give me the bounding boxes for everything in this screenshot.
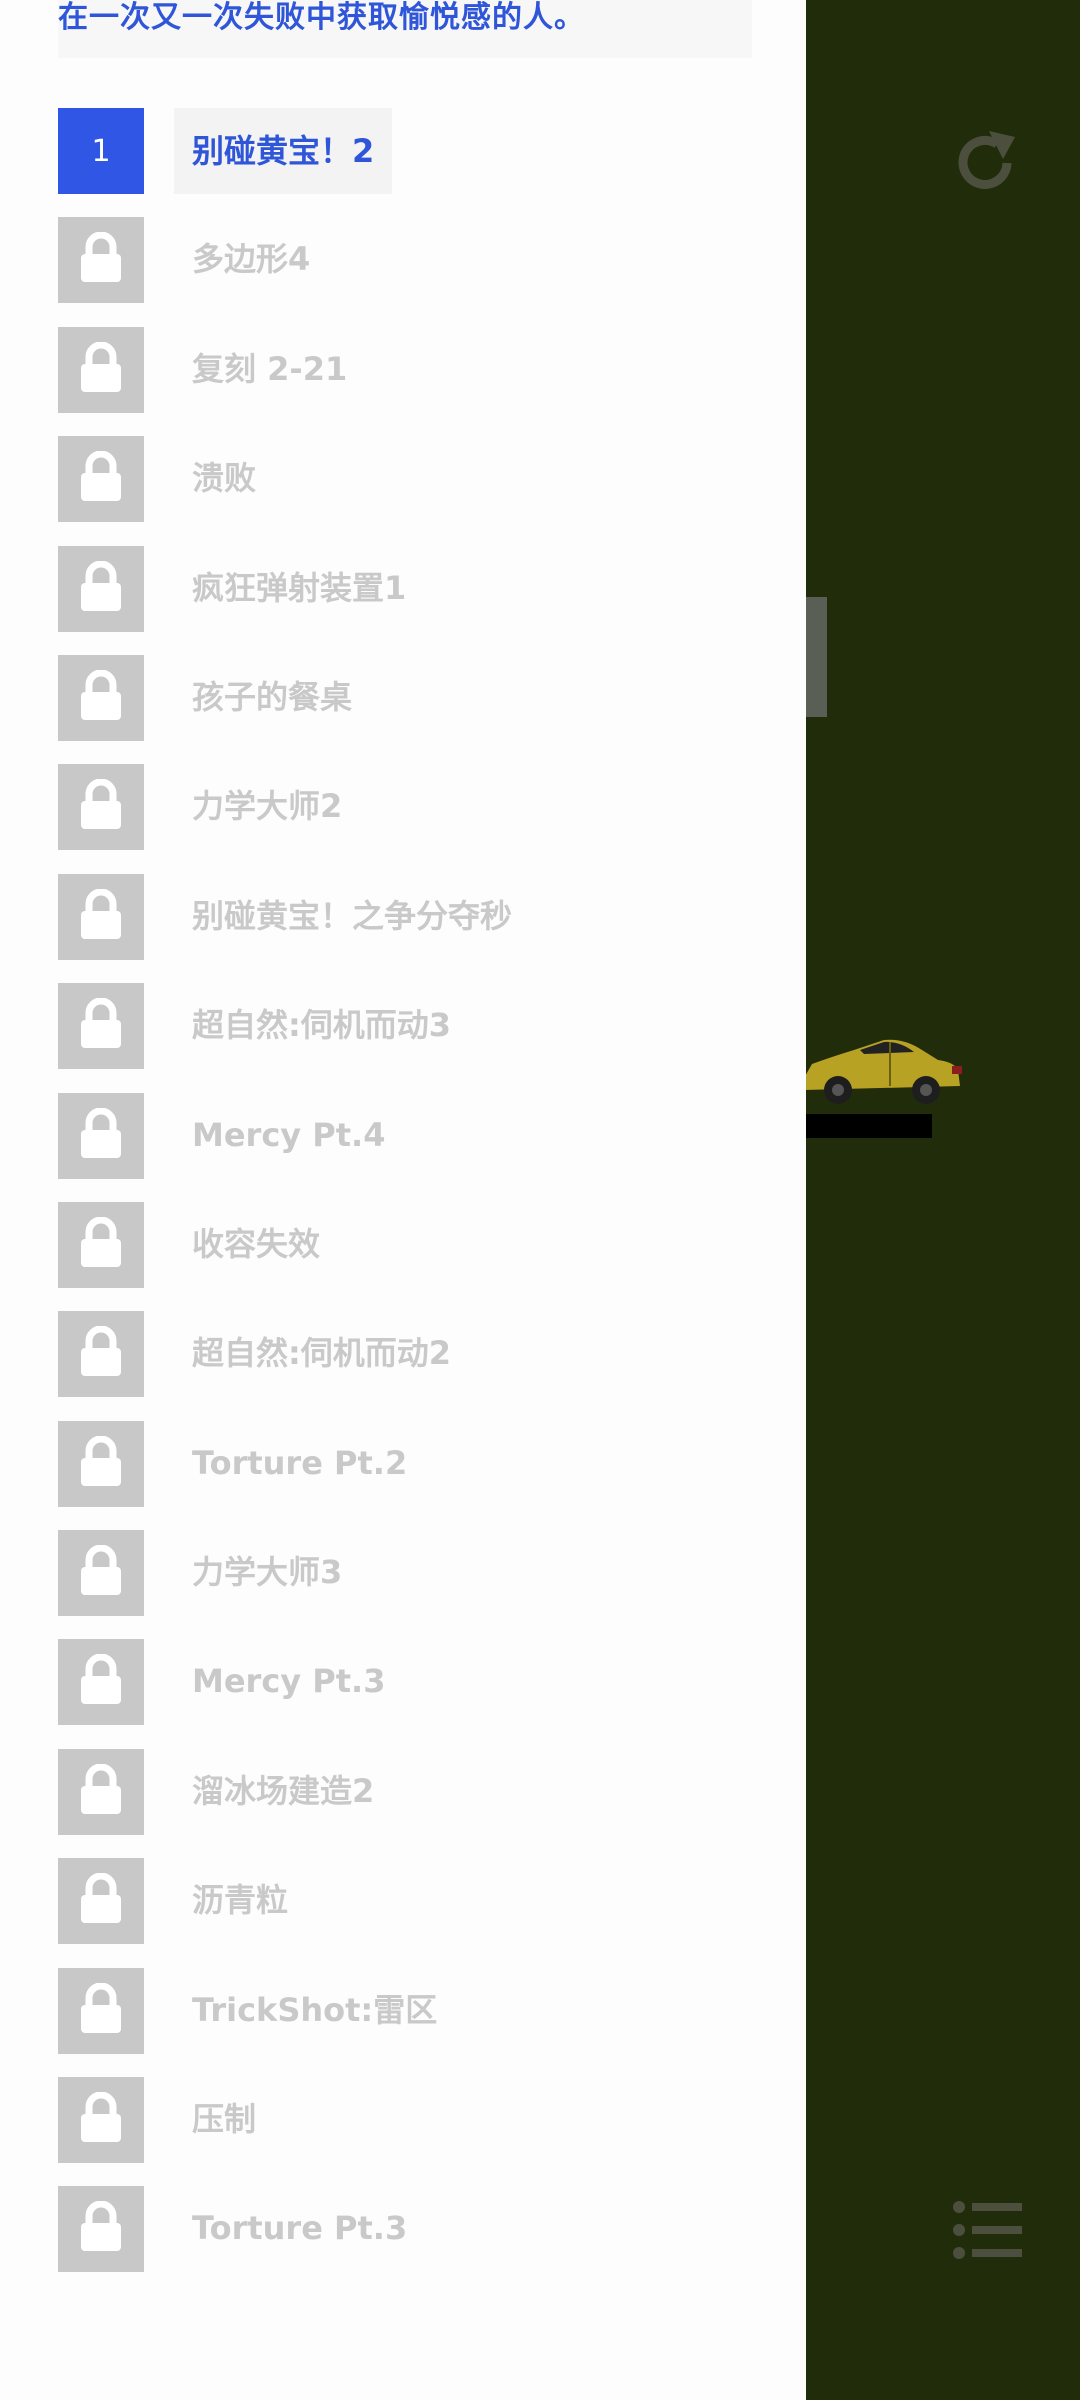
level-item[interactable]: 压制	[58, 2077, 758, 2186]
car-base-shadow	[806, 1114, 932, 1138]
level-thumbnail	[58, 1748, 144, 1835]
level-item[interactable]: 超自然:伺机而动2	[58, 1311, 758, 1420]
drawer-header-text: 在一次又一次失败中获取愉悦感的人。	[58, 0, 585, 35]
level-title: Torture Pt.3	[192, 2209, 408, 2248]
drawer-header: 在一次又一次失败中获取愉悦感的人。	[58, 0, 752, 58]
level-item[interactable]: Torture Pt.3	[58, 2186, 758, 2295]
level-title: 别碰黄宝！之争分夺秒	[192, 896, 513, 935]
lock-icon	[78, 341, 124, 398]
level-thumbnail	[58, 1311, 144, 1398]
level-item[interactable]: Mercy Pt.4	[58, 1092, 758, 1202]
level-title: Torture Pt.2	[192, 1443, 408, 1482]
level-thumbnail	[58, 217, 144, 304]
list-menu-icon	[952, 2200, 1024, 2264]
lock-icon	[78, 1982, 124, 2039]
level-thumbnail: 1	[58, 108, 144, 194]
lock-icon	[78, 1872, 124, 1929]
level-title: 力学大师2	[192, 787, 343, 826]
level-item[interactable]: 溃败	[58, 436, 758, 545]
lock-icon	[78, 2200, 124, 2257]
lock-icon	[78, 1435, 124, 1492]
level-thumbnail	[58, 1858, 144, 1945]
level-item[interactable]: 多边形4	[58, 217, 758, 326]
restart-button[interactable]	[940, 120, 1030, 210]
lock-icon	[78, 669, 124, 726]
lock-icon	[78, 997, 124, 1054]
lock-icon	[78, 231, 124, 288]
level-item[interactable]: 疯狂弹射装置1	[58, 545, 758, 655]
level-thumbnail	[58, 1201, 144, 1288]
lock-icon	[78, 1763, 124, 1820]
level-list-button[interactable]	[948, 2200, 1028, 2264]
level-thumbnail	[58, 1967, 144, 2054]
level-title: 收容失效	[192, 1224, 321, 1263]
level-title: 多边形4	[192, 240, 311, 279]
level-title: 超自然:伺机而动3	[192, 1006, 452, 1045]
level-title: 超自然:伺机而动2	[192, 1334, 452, 1373]
lock-icon	[78, 1325, 124, 1382]
level-thumbnail	[58, 326, 144, 413]
level-title: 沥青粒	[192, 1881, 289, 1920]
level-item[interactable]: 别碰黄宝！之争分夺秒	[58, 873, 758, 983]
level-thumbnail	[58, 873, 144, 960]
level-item-current[interactable]: 1 别碰黄宝！2	[58, 108, 758, 217]
level-item[interactable]: 力学大师3	[58, 1530, 758, 1639]
level-thumbnail	[58, 1420, 144, 1507]
level-title: 溜冰场建造2	[192, 1771, 375, 1810]
level-title: TrickShot:雷区	[192, 1990, 438, 2029]
level-item[interactable]: 超自然:伺机而动3	[58, 983, 758, 1092]
level-item[interactable]: 孩子的餐桌	[58, 654, 758, 764]
level-title: 疯狂弹射装置1	[192, 568, 407, 607]
level-item[interactable]: 溜冰场建造2	[58, 1748, 758, 1858]
lock-icon	[78, 888, 124, 945]
level-title: 溃败	[192, 459, 257, 498]
level-title: 压制	[192, 2100, 257, 2139]
lock-icon	[78, 560, 124, 617]
level-title: 孩子的餐桌	[192, 677, 353, 716]
level-thumbnail	[58, 1639, 144, 1726]
lock-icon	[78, 1216, 124, 1273]
level-item[interactable]: TrickShot:雷区	[58, 1967, 758, 2077]
level-item[interactable]: 沥青粒	[58, 1858, 758, 1967]
level-item[interactable]: 复刻 2-21	[58, 326, 758, 436]
level-title: 别碰黄宝！2	[174, 108, 393, 194]
level-title: 力学大师3	[192, 1553, 343, 1592]
level-thumbnail	[58, 2186, 144, 2273]
lock-icon	[78, 778, 124, 835]
level-title: Mercy Pt.3	[192, 1662, 386, 1701]
lock-icon	[78, 1653, 124, 1710]
lock-icon	[78, 1544, 124, 1601]
level-number: 1	[91, 133, 111, 169]
level-title: Mercy Pt.4	[192, 1115, 386, 1154]
level-title: 复刻 2-21	[192, 349, 348, 388]
level-thumbnail	[58, 764, 144, 851]
level-thumbnail	[58, 983, 144, 1070]
lock-icon	[78, 1107, 124, 1164]
level-thumbnail	[58, 436, 144, 523]
level-drawer: 在一次又一次失败中获取愉悦感的人。 1 别碰黄宝！2 多边形4 复刻 2-21 溃败…	[0, 0, 806, 2400]
lock-icon	[78, 450, 124, 507]
level-item[interactable]: Mercy Pt.3	[58, 1639, 758, 1748]
level-thumbnail	[58, 1530, 144, 1617]
level-item[interactable]: 力学大师2	[58, 764, 758, 873]
lock-icon	[78, 2091, 124, 2148]
level-thumbnail	[58, 654, 144, 741]
yellow-car	[804, 1030, 964, 1110]
level-list: 1 别碰黄宝！2 多边形4 复刻 2-21 溃败疯狂弹射装置1 孩子的餐桌力学大师2 别…	[58, 108, 758, 2296]
level-item[interactable]: 收容失效	[58, 1201, 758, 1311]
level-item[interactable]: Torture Pt.2	[58, 1420, 758, 1530]
restart-icon	[945, 123, 1025, 207]
level-thumbnail	[58, 1092, 144, 1179]
level-thumbnail	[58, 545, 144, 632]
level-thumbnail	[58, 2077, 144, 2164]
